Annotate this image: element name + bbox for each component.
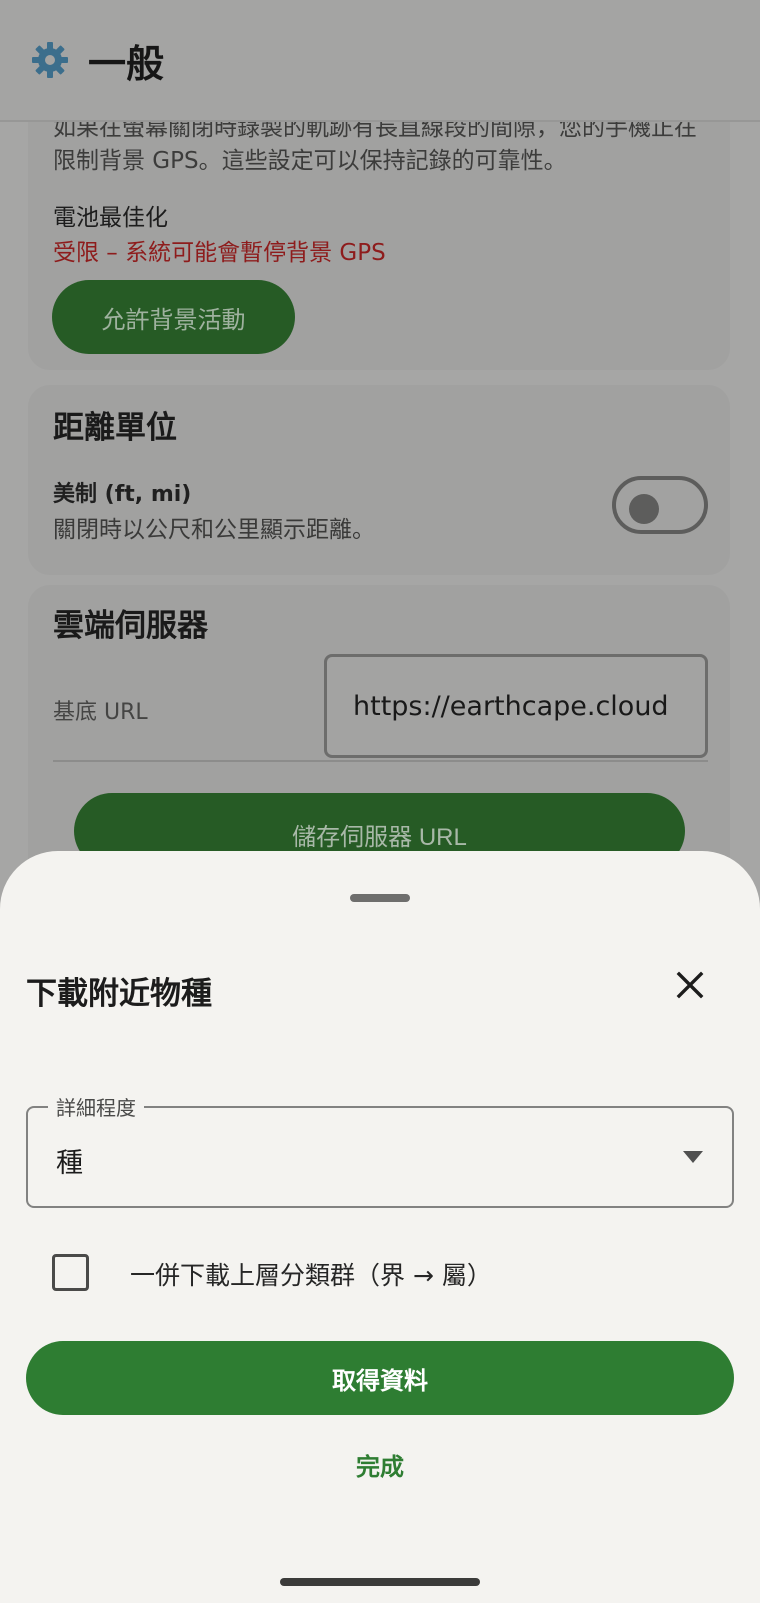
detail-level-label: 詳細程度 [48, 1092, 144, 1121]
include-higher-taxa-checkbox[interactable] [52, 1254, 89, 1291]
imperial-units-description: 關閉時以公尺和公里顯示距離。 [53, 517, 375, 543]
include-higher-taxa-label[interactable]: 一併下載上層分類群（界 → 屬） [130, 1256, 492, 1292]
page-title: 一般 [88, 41, 165, 86]
distance-units-title: 距離單位 [53, 410, 177, 446]
close-icon [676, 971, 704, 999]
base-url-label: 基底 URL [53, 700, 148, 725]
cloud-server-title: 雲端伺服器 [53, 608, 208, 644]
battery-status-text: 受限 – 系統可能會暫停背景 GPS [53, 240, 386, 266]
detail-level-value: 種 [56, 1148, 83, 1179]
divider [53, 760, 708, 762]
imperial-units-label: 美制 (ft, mi) [53, 482, 192, 507]
settings-content: 如果在螢幕關閉時錄製的軌跡有長直線段的間隙，您的手機正在限制背景 GPS。這些設… [0, 0, 760, 870]
drag-handle[interactable] [350, 894, 410, 902]
sheet-title: 下載附近物種 [26, 976, 212, 1012]
done-button[interactable]: 完成 [330, 1431, 430, 1497]
get-data-button[interactable]: 取得資料 [26, 1341, 734, 1415]
toggle-knob [629, 494, 659, 524]
home-indicator [280, 1578, 480, 1586]
allow-background-activity-button[interactable]: 允許背景活動 [52, 280, 295, 354]
gear-icon [30, 40, 70, 80]
download-species-sheet: 下載附近物種 詳細程度 種 一併下載上層分類群（界 → 屬） 取得資料 完成 [0, 851, 760, 1603]
dropdown-arrow-icon [683, 1151, 703, 1163]
imperial-units-toggle[interactable] [612, 476, 708, 534]
close-button[interactable] [668, 963, 712, 1007]
detail-level-select[interactable]: 詳細程度 種 [26, 1092, 734, 1208]
battery-optimization-label: 電池最佳化 [53, 205, 168, 231]
app-bar: 一般 [0, 0, 760, 122]
base-url-input[interactable] [324, 654, 708, 758]
